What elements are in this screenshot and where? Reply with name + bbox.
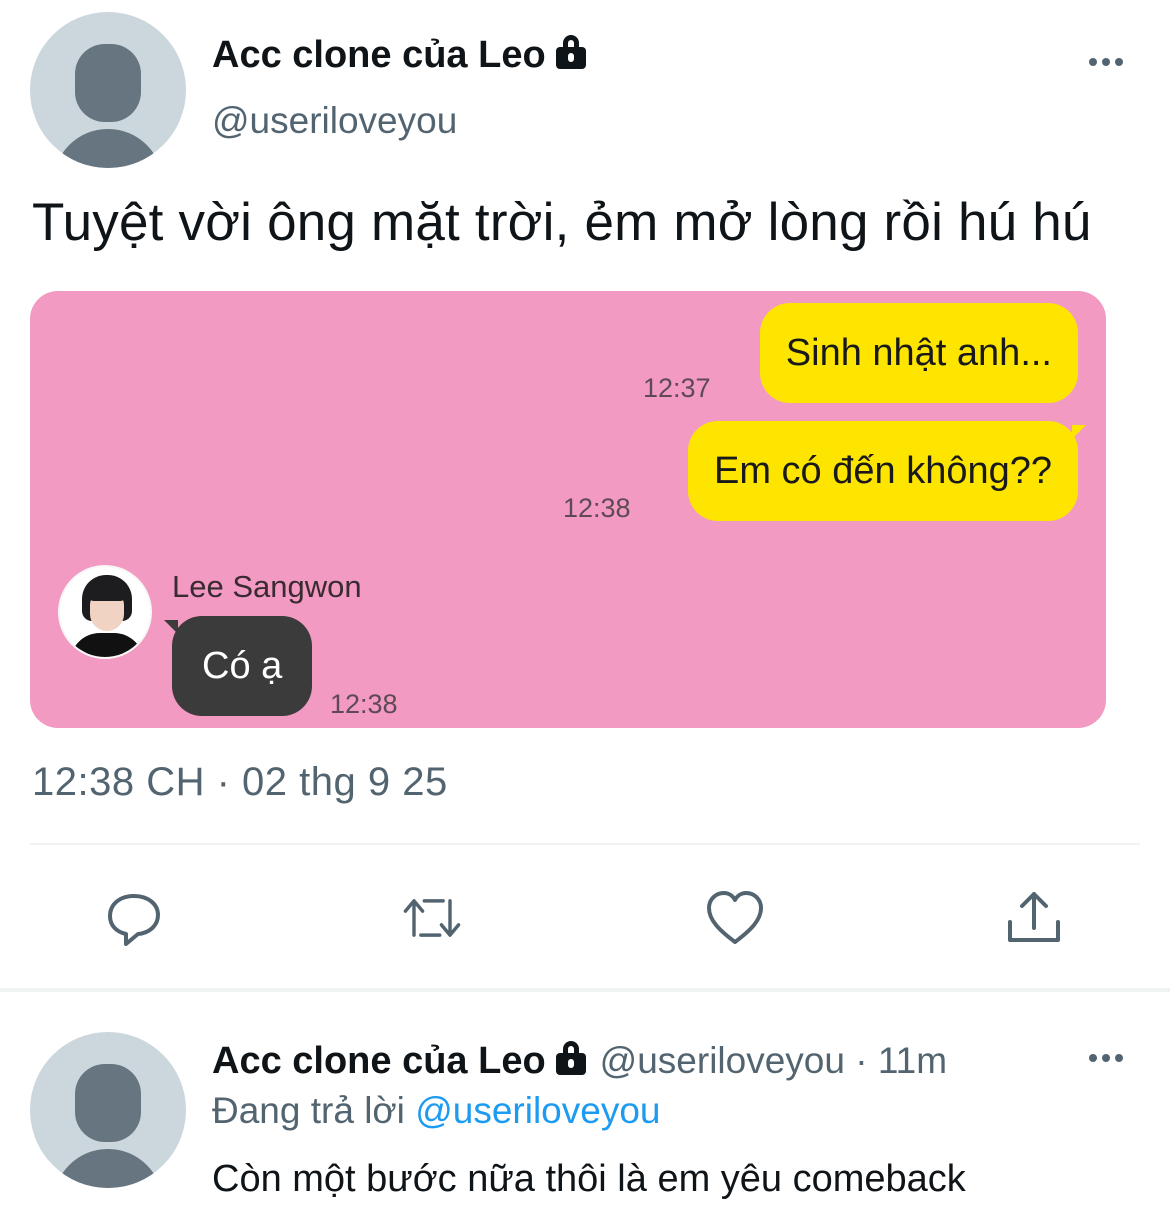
retweet-button[interactable]	[402, 888, 462, 948]
like-button[interactable]	[705, 888, 765, 948]
reply-text: Còn một bước nữa thôi là em yêu comeback	[212, 1158, 966, 1200]
default-avatar-icon	[75, 1064, 141, 1142]
reply-button[interactable]	[104, 888, 164, 948]
lock-icon	[555, 35, 586, 69]
chat-bubble-outgoing: Sinh nhật anh...	[759, 303, 1078, 403]
tweet-image[interactable]: Sinh nhật anh... 12:37 Em có đến không??…	[30, 291, 1106, 728]
reply-author-name[interactable]: Acc clone của Leo	[212, 1040, 586, 1082]
more-icon[interactable]	[1089, 58, 1123, 66]
heart-icon	[707, 891, 763, 944]
lock-icon	[555, 1041, 586, 1075]
contact-avatar	[58, 565, 152, 659]
chat-bubble-incoming: Có ạ	[172, 616, 313, 716]
reply-header: Acc clone của Leo @useriloveyou · 11m	[212, 1040, 947, 1083]
chat-timestamp: 12:38	[563, 493, 631, 523]
reply-icon	[108, 894, 160, 946]
tweet-text: Tuyệt vời ông mặt trời, ẻm mở lòng rồi h…	[32, 193, 1092, 252]
chat-timestamp: 12:38	[330, 689, 398, 719]
retweet-icon	[403, 899, 461, 937]
default-avatar-icon	[75, 44, 141, 122]
chat-sender-name: Lee Sangwon	[172, 569, 362, 604]
section-separator	[0, 988, 1170, 992]
author-handle[interactable]: @useriloveyou	[212, 100, 457, 142]
more-icon[interactable]	[1089, 1054, 1123, 1062]
replying-to-handle[interactable]: @useriloveyou	[415, 1090, 660, 1131]
author-display-name: Acc clone của Leo	[212, 34, 546, 76]
replying-to-label: Đang trả lời	[212, 1090, 405, 1131]
chat-timestamp: 12:37	[643, 373, 711, 403]
author-avatar[interactable]	[30, 12, 186, 168]
replying-to: Đang trả lời @useriloveyou	[212, 1090, 660, 1132]
share-icon	[1008, 892, 1060, 942]
reply-author-avatar[interactable]	[30, 1032, 186, 1188]
share-button[interactable]	[1004, 888, 1064, 948]
chat-bubble-outgoing: Em có đến không??	[687, 421, 1078, 521]
tweet-timestamp[interactable]: 12:38 CH · 02 thg 9 25	[32, 760, 448, 805]
reply-handle-time[interactable]: @useriloveyou · 11m	[600, 1040, 947, 1081]
divider	[30, 843, 1140, 845]
author-name[interactable]: Acc clone của Leo	[212, 34, 586, 77]
